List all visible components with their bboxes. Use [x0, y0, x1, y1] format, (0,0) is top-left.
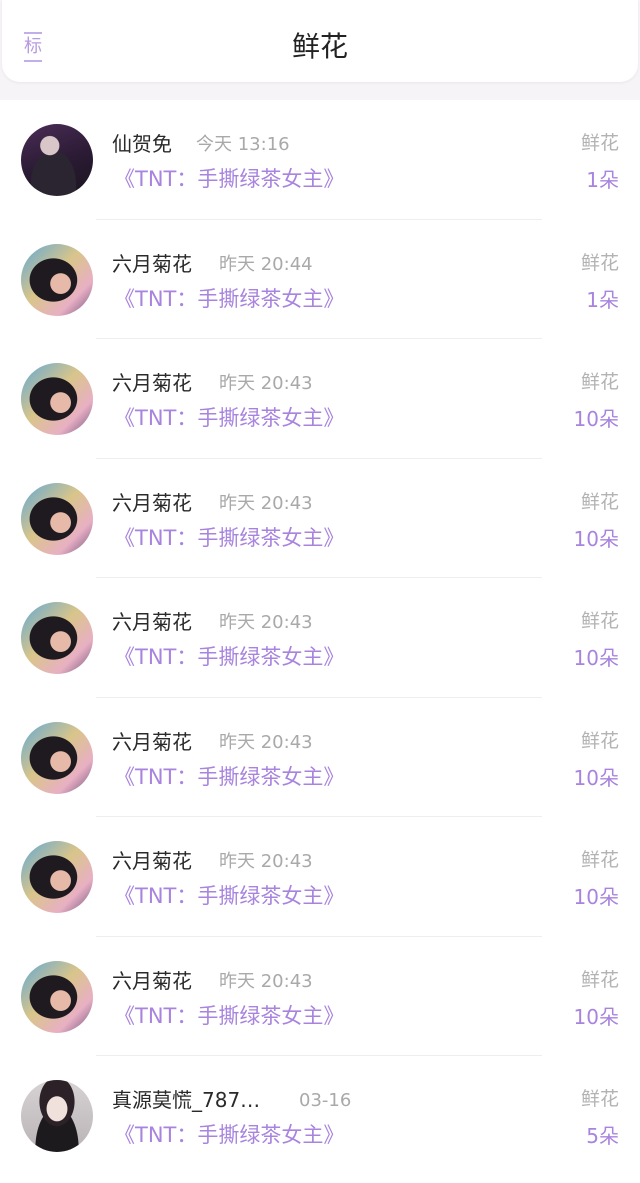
gift-count: 1朵 [586, 287, 619, 312]
list-item[interactable]: 仙贺免 今天 13:16 《TNT：手撕绿茶女主》 鲜花 1朵 [0, 100, 640, 220]
list-item[interactable]: 六月菊花 昨天 20:43 《TNT：手撕绿茶女主》 鲜花 10朵 [0, 937, 640, 1056]
avatar[interactable] [21, 243, 93, 316]
timestamp: 昨天 20:43 [219, 970, 313, 992]
gift-type: 鲜花 [580, 729, 619, 752]
page-title: 鲜花 [291, 30, 348, 63]
user-name[interactable]: 六月菊花 [112, 847, 192, 875]
user-name[interactable]: 六月菊花 [112, 489, 192, 517]
book-title[interactable]: 《TNT：手撕绿茶女主》 [114, 403, 344, 433]
user-name[interactable]: 六月菊花 [112, 728, 192, 756]
avatar[interactable] [21, 841, 93, 913]
list-item[interactable]: 六月菊花 昨天 20:43 《TNT：手撕绿茶女主》 鲜花 10朵 [0, 578, 640, 698]
list-item[interactable]: 六月菊花 昨天 20:43 《TNT：手撕绿茶女主》 鲜花 10朵 [0, 339, 640, 459]
list-item[interactable]: 真源莫慌_787… 03-16 《TNT：手撕绿茶女主》 鲜花 5朵 [0, 1056, 640, 1176]
book-title[interactable]: 《TNT：手撕绿茶女主》 [114, 762, 344, 792]
timestamp: 昨天 20:43 [219, 851, 313, 872]
book-title[interactable]: 《TNT：手撕绿茶女主》 [114, 1001, 344, 1031]
user-name[interactable]: 六月菊花 [112, 608, 192, 636]
avatar[interactable] [21, 363, 93, 435]
user-name[interactable]: 六月菊花 [112, 369, 192, 397]
user-name[interactable]: 仙贺免 [112, 130, 172, 158]
gift-count: 10朵 [573, 407, 619, 431]
book-title[interactable]: 《TNT：手撕绿茶女主》 [114, 881, 344, 911]
gift-count: 1朵 [586, 168, 619, 192]
list-item[interactable]: 六月菊花 昨天 20:44 《TNT：手撕绿茶女主》 鲜花 1朵 [0, 220, 640, 339]
gift-type: 鲜花 [580, 251, 619, 274]
user-name[interactable]: 六月菊花 [112, 250, 192, 278]
gift-type: 鲜花 [580, 610, 619, 632]
book-title[interactable]: 《TNT：手撕绿茶女主》 [114, 523, 344, 553]
list-item[interactable]: 六月菊花 昨天 20:43 《TNT：手撕绿茶女主》 鲜花 10朵 [0, 817, 640, 937]
gift-type: 鲜花 [580, 490, 619, 513]
gift-count: 5朵 [586, 1124, 619, 1148]
user-name[interactable]: 六月菊花 [112, 967, 192, 995]
gift-type: 鲜花 [580, 849, 619, 871]
timestamp: 昨天 20:43 [219, 612, 313, 633]
gift-count: 10朵 [573, 526, 619, 551]
gift-list: 仙贺免 今天 13:16 《TNT：手撕绿茶女主》 鲜花 1朵 六月菊花 昨天 … [0, 100, 640, 1176]
timestamp: 昨天 20:43 [219, 492, 313, 514]
timestamp: 昨天 20:43 [219, 373, 313, 394]
timestamp: 今天 13:16 [196, 134, 290, 155]
avatar[interactable] [21, 1080, 93, 1152]
list-item[interactable]: 六月菊花 昨天 20:43 《TNT：手撕绿茶女主》 鲜花 10朵 [0, 459, 640, 578]
book-title[interactable]: 《TNT：手撕绿茶女主》 [114, 164, 344, 194]
gift-count: 10朵 [573, 765, 619, 790]
gift-type: 鲜花 [580, 132, 619, 154]
book-title[interactable]: 《TNT：手撕绿茶女主》 [114, 1120, 344, 1150]
timestamp: 03-16 [299, 1090, 352, 1111]
top-bar: 标 鲜花 [2, 0, 638, 82]
list-item[interactable]: 六月菊花 昨天 20:43 《TNT：手撕绿茶女主》 鲜花 10朵 [0, 698, 640, 817]
gift-count: 10朵 [573, 646, 619, 670]
book-title[interactable]: 《TNT：手撕绿茶女主》 [114, 284, 344, 314]
gift-type: 鲜花 [580, 968, 619, 991]
gift-count: 10朵 [573, 1004, 619, 1029]
avatar[interactable] [21, 482, 93, 555]
avatar[interactable] [21, 960, 93, 1033]
timestamp: 昨天 20:43 [219, 731, 313, 753]
avatar[interactable] [21, 721, 93, 794]
user-name[interactable]: 真源莫慌_787… [112, 1086, 260, 1114]
timestamp: 昨天 20:44 [219, 253, 313, 275]
gift-type: 鲜花 [580, 1088, 619, 1110]
gift-count: 10朵 [573, 885, 619, 909]
gift-type: 鲜花 [580, 371, 619, 393]
avatar[interactable] [21, 124, 93, 196]
avatar[interactable] [21, 602, 93, 674]
book-title[interactable]: 《TNT：手撕绿茶女主》 [114, 642, 344, 672]
